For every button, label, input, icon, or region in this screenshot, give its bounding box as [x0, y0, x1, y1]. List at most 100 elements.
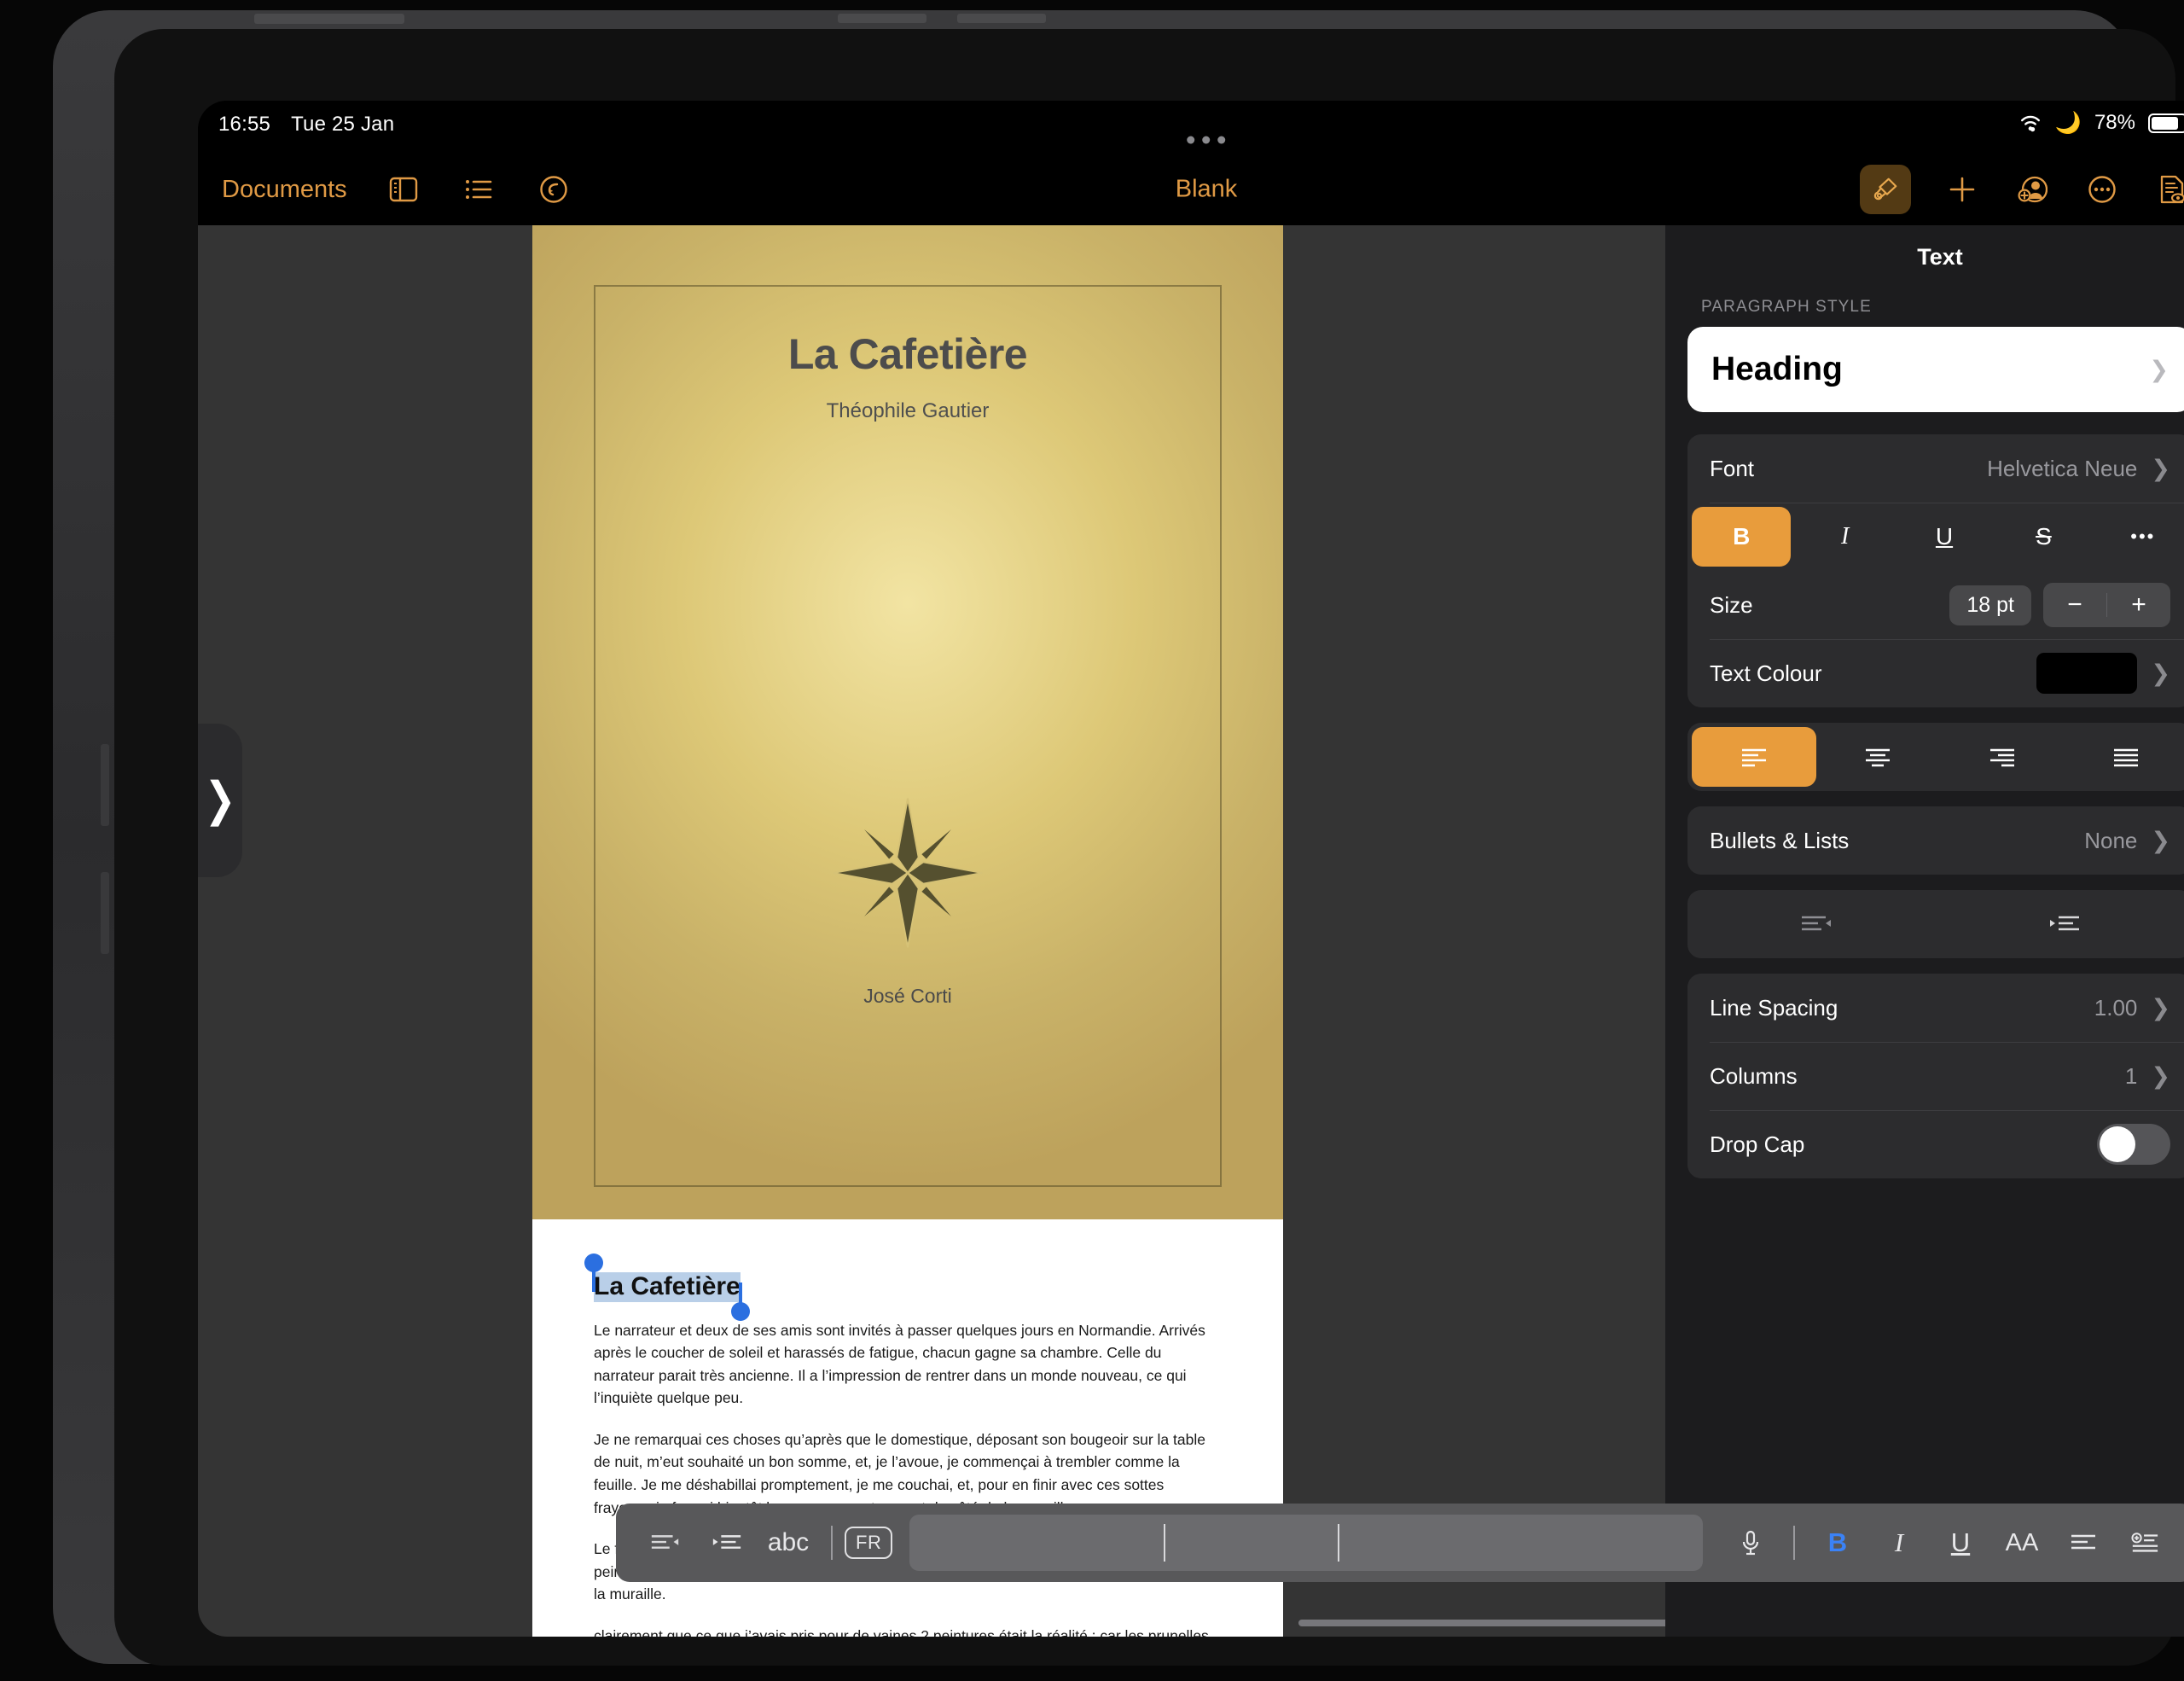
chevron-right-icon: ❯ — [204, 773, 236, 826]
abc-button[interactable]: abc — [758, 1512, 819, 1573]
cover-page[interactable]: La Cafetière Théophile Gautier José Cort… — [532, 225, 1283, 1219]
align-right-button[interactable] — [1940, 727, 2065, 787]
format-inspector-panel: Text PARAGRAPH STYLE Heading ❯ Font Helv… — [1665, 225, 2184, 1637]
insert-item-icon[interactable] — [2114, 1512, 2175, 1573]
battery-percent: 78% — [2094, 111, 2135, 134]
paintbrush-icon[interactable] — [1860, 165, 1911, 214]
selected-heading[interactable]: La Cafetière — [584, 1253, 750, 1321]
bullets-lists-label: Bullets & Lists — [1710, 827, 1850, 853]
selection-handle-start[interactable] — [584, 1253, 603, 1272]
italic-button[interactable]: I — [1795, 503, 1894, 571]
selection-handle-end[interactable] — [730, 1301, 750, 1321]
toolbar-left-group: Documents — [222, 154, 572, 225]
language-badge[interactable]: FR — [845, 1527, 893, 1559]
strikethrough-button[interactable]: S — [1994, 503, 2093, 571]
screen: 16:55 Tue 25 Jan 🌙 78% Documents Blank L… — [198, 101, 2184, 1637]
font-row[interactable]: Font Helvetica Neue ❯ — [1687, 434, 2184, 503]
indent-icon[interactable] — [696, 1512, 758, 1573]
volume-down-button[interactable] — [957, 14, 1046, 23]
document-title[interactable]: Blank — [1175, 136, 1238, 204]
bullets-lists-value: None — [2084, 827, 2138, 853]
bold-button[interactable]: B — [1807, 1512, 1868, 1573]
device-frame: 16:55 Tue 25 Jan 🌙 78% Documents Blank L… — [53, 10, 2184, 1666]
size-label: Size — [1710, 591, 1753, 618]
outdent-button[interactable] — [1692, 894, 1940, 954]
size-decrease-button[interactable]: − — [2043, 583, 2106, 627]
italic-button[interactable]: I — [1868, 1512, 1930, 1573]
power-button[interactable] — [254, 14, 404, 24]
microphone-icon[interactable] — [1720, 1512, 1781, 1573]
left-side-accessory-1 — [101, 744, 109, 826]
size-increase-button[interactable]: + — [2107, 583, 2170, 627]
inspector-title: Text — [1917, 244, 1963, 270]
multitask-dots-icon[interactable] — [1187, 136, 1226, 144]
body-paragraph-clipped: clairement que ce que j’avais pris pour … — [594, 1627, 1209, 1637]
moon-icon: 🌙 — [2054, 110, 2082, 135]
bold-button[interactable]: B — [1692, 507, 1792, 567]
drop-cap-label: Drop Cap — [1710, 1131, 1805, 1157]
compass-star-icon — [830, 795, 985, 951]
left-side-accessory-2 — [101, 872, 109, 954]
bullets-group: Bullets & Lists None ❯ — [1687, 806, 2184, 875]
text-colour-swatch[interactable] — [2036, 653, 2138, 694]
divider — [831, 1526, 833, 1560]
indent-button[interactable] — [1940, 894, 2184, 954]
text-format-button[interactable]: AA — [1991, 1512, 2053, 1573]
list-icon[interactable] — [460, 171, 497, 208]
cover-publisher: José Corti — [863, 985, 952, 1007]
align-center-button[interactable] — [1816, 727, 1941, 787]
chevron-right-icon: ❯ — [2151, 994, 2170, 1021]
documents-back-button[interactable]: Documents — [222, 176, 347, 204]
paragraph-style-button[interactable]: Heading ❯ — [1687, 327, 2184, 412]
volume-up-button[interactable] — [838, 14, 926, 23]
font-group: Font Helvetica Neue ❯ B I U S ••• Size 1… — [1687, 434, 2184, 707]
wifi-icon — [2018, 113, 2042, 132]
bullets-lists-row[interactable]: Bullets & Lists None ❯ — [1687, 806, 2184, 875]
add-person-icon[interactable] — [2013, 171, 2051, 208]
font-value: Helvetica Neue — [1987, 455, 2138, 481]
text-input-area[interactable] — [909, 1515, 1703, 1571]
paragraph-style-value: Heading — [1711, 351, 1843, 387]
drop-cap-row: Drop Cap — [1687, 1110, 2184, 1178]
more-text-options-button[interactable]: ••• — [2094, 503, 2184, 571]
align-justify-button[interactable] — [2065, 727, 2184, 787]
chevron-right-icon: ❯ — [2149, 356, 2169, 382]
battery-icon — [2148, 113, 2184, 133]
font-label: Font — [1710, 455, 1755, 481]
ellipsis-icon[interactable] — [2083, 171, 2121, 208]
document-title-text: Blank — [1175, 175, 1238, 203]
cover-title: La Cafetière — [787, 330, 1028, 378]
slide-over-handle[interactable]: ❯ — [198, 724, 242, 877]
undo-icon[interactable] — [535, 171, 572, 208]
paragraph-style-label: PARAGRAPH STYLE — [1701, 298, 1872, 316]
chevron-right-icon: ❯ — [2151, 827, 2170, 853]
divider — [1793, 1526, 1795, 1560]
status-time: 16:55 — [218, 113, 271, 136]
status-bar-left: 16:55 Tue 25 Jan — [218, 113, 394, 137]
document-canvas[interactable]: La Cafetière Théophile Gautier José Cort… — [198, 225, 1665, 1637]
columns-row[interactable]: Columns 1 ❯ — [1687, 1042, 2184, 1110]
underline-button[interactable]: U — [1895, 503, 1994, 571]
chevron-right-icon: ❯ — [2151, 660, 2170, 686]
indent-segmented-control — [1687, 890, 2184, 958]
size-value[interactable]: 18 pt — [1949, 585, 2031, 625]
underline-button[interactable]: U — [1930, 1512, 1991, 1573]
keyboard-shortcut-bar: abc FR B I U AA — [616, 1504, 2184, 1582]
drop-cap-toggle[interactable] — [2097, 1124, 2170, 1165]
align-left-icon[interactable] — [2053, 1512, 2114, 1573]
document-view-icon[interactable] — [2153, 171, 2184, 208]
plus-icon[interactable] — [1943, 171, 1981, 208]
sidebar-icon[interactable] — [385, 171, 422, 208]
horizontal-scrollbar[interactable] — [1298, 1620, 1665, 1626]
ipad-device: 16:55 Tue 25 Jan 🌙 78% Documents Blank L… — [0, 0, 2184, 1681]
align-left-button[interactable] — [1692, 727, 1816, 787]
line-spacing-row[interactable]: Line Spacing 1.00 ❯ — [1687, 974, 2184, 1042]
alignment-segmented-control — [1687, 723, 2184, 791]
outdent-icon[interactable] — [635, 1512, 696, 1573]
paragraph-options-group: Line Spacing 1.00 ❯ Columns 1 ❯ Drop Cap — [1687, 974, 2184, 1178]
cover-author: Théophile Gautier — [826, 399, 990, 422]
size-row: Size 18 pt − + — [1687, 571, 2184, 639]
line-spacing-label: Line Spacing — [1710, 994, 1838, 1021]
app-toolbar: Documents Blank — [198, 136, 2184, 225]
text-colour-row[interactable]: Text Colour ❯ — [1687, 639, 2184, 707]
